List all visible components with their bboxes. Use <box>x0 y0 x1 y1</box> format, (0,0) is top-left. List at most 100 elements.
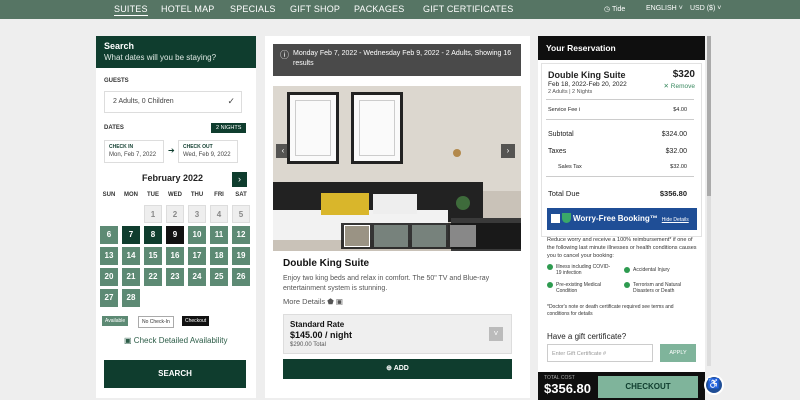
coverage-item: Accidental Injury <box>624 267 692 273</box>
calendar-day[interactable]: 27 <box>100 289 118 307</box>
thumbnail-2[interactable] <box>374 225 408 247</box>
chevron-down-icon: ˅ <box>678 5 683 12</box>
chevron-down-icon: ✓ <box>227 96 235 106</box>
total-cost-value: $356.80 <box>544 381 591 396</box>
search-subtitle: What dates will you be staying? <box>104 53 217 62</box>
checkout-field[interactable]: CHECK OUT Wed, Feb 9, 2022 <box>178 140 238 163</box>
total-due-label: Total Due <box>548 189 580 198</box>
worry-free-label: Worry-Free Booking™ <box>573 214 658 223</box>
reservation-room-guests: 2 Adults | 2 Nights <box>548 89 593 95</box>
room-panel: ⓘ Monday Feb 7, 2022 - Wednesday Feb 9, … <box>265 36 530 398</box>
taxes-value: $32.00 <box>665 148 687 155</box>
calendar-next-button[interactable]: › <box>232 172 247 187</box>
nav-suites[interactable]: SUITES <box>114 4 148 16</box>
reservation-room-price: $320 <box>672 69 695 80</box>
photo-thumbnails <box>341 223 521 249</box>
remove-link[interactable]: ✕ Remove <box>664 82 695 90</box>
photo-prev-button[interactable]: ‹ <box>276 144 290 158</box>
service-fee-label: Service Fee i <box>548 107 581 113</box>
calendar-day[interactable]: 25 <box>210 268 228 286</box>
hide-details-link[interactable]: Hide Details <box>662 217 689 223</box>
total-due-value: $356.80 <box>659 189 687 198</box>
plus-icon: ⊕ <box>386 365 392 372</box>
divider <box>546 119 694 120</box>
checkin-field[interactable]: CHECK IN Mon, Feb 7, 2022 <box>104 140 164 163</box>
top-navigation: SUITES HOTEL MAP SPECIALS GIFT SHOP PACK… <box>0 0 800 19</box>
coverage-item: Pre-existing Medical Condition <box>547 282 615 294</box>
legend-no-checkin: No Check-In <box>138 316 174 328</box>
worry-free-booking[interactable]: Worry-Free Booking™ Hide Details <box>547 208 697 230</box>
calendar-day[interactable]: 11 <box>210 226 228 244</box>
calendar-day[interactable]: 24 <box>188 268 206 286</box>
calendar-day[interactable]: 8 <box>144 226 162 244</box>
nav-packages[interactable]: PACKAGES <box>354 4 404 14</box>
coverage-item: Terrorism and Natural Disasters or Death <box>624 282 692 294</box>
checkout-value: Wed, Feb 9, 2022 <box>183 152 231 158</box>
chevron-left-icon: ‹ <box>281 146 285 155</box>
calendar-day[interactable]: 21 <box>122 268 140 286</box>
calendar-day[interactable]: 16 <box>166 247 184 265</box>
checkout-button[interactable]: CHECKOUT <box>598 376 698 398</box>
photo-pillow-white <box>373 194 417 214</box>
nav-hotel-map[interactable]: HOTEL MAP <box>161 4 214 14</box>
apply-button[interactable]: APPLY <box>660 344 696 362</box>
calendar-day[interactable]: 10 <box>188 226 206 244</box>
calendar-day[interactable]: 20 <box>100 268 118 286</box>
scrollbar-thumb[interactable] <box>707 36 711 196</box>
calendar-day[interactable]: 13 <box>100 247 118 265</box>
currency-select[interactable]: USD ($) ˅ <box>690 5 721 12</box>
divider <box>546 176 694 177</box>
calendar-day[interactable]: 9 <box>166 226 184 244</box>
rate-option[interactable]: Standard Rate $145.00 / night $290.00 To… <box>283 314 512 354</box>
search-panel: Search What dates will you be staying? G… <box>96 36 256 398</box>
calendar-day[interactable]: 19 <box>232 247 250 265</box>
search-button[interactable]: SEARCH <box>104 360 246 388</box>
tide-link[interactable]: ◷ Tide <box>604 5 625 13</box>
gift-certificate-question: Have a gift certificate? <box>547 332 627 341</box>
thumbnail-4[interactable] <box>450 225 476 247</box>
more-details-label: More Details <box>283 297 326 306</box>
gift-certificate-input[interactable]: Enter Gift Certificate # <box>547 344 653 362</box>
photo-next-button[interactable]: › <box>501 144 515 158</box>
check-availability-link[interactable]: ▣ Check Detailed Availability <box>124 336 227 345</box>
calendar-day[interactable]: 7 <box>122 226 140 244</box>
calendar-day[interactable]: 22 <box>144 268 162 286</box>
calendar-day[interactable]: 17 <box>188 247 206 265</box>
nav-gift-certificates[interactable]: GIFT CERTIFICATES <box>423 4 513 14</box>
thumbnail-1[interactable] <box>344 225 370 247</box>
calendar-day[interactable]: 23 <box>166 268 184 286</box>
tide-icon: ◷ <box>604 6 611 13</box>
calendar-day[interactable]: 28 <box>122 289 140 307</box>
weekday-label: SAT <box>235 192 247 198</box>
coverage-label: Pre-existing Medical Condition <box>556 282 602 294</box>
calendar-day[interactable]: 12 <box>232 226 250 244</box>
taxes-label: Taxes <box>548 148 567 155</box>
reservation-header: Your Reservation <box>538 36 705 60</box>
nav-specials[interactable]: SPECIALS <box>230 4 276 14</box>
total-cost-bar: TOTAL COST $356.80 CHECKOUT <box>538 372 705 400</box>
insurance-text: Reduce worry and receive a 100% reimburs… <box>547 237 697 259</box>
add-button[interactable]: ⊕ ADD <box>283 359 512 379</box>
nav-gift-shop[interactable]: GIFT SHOP <box>290 4 340 14</box>
calendar-day[interactable]: 18 <box>210 247 228 265</box>
calendar-day[interactable]: 15 <box>144 247 162 265</box>
more-details-link[interactable]: More Details ⬟ ▣ <box>283 297 343 306</box>
guests-select[interactable]: 2 Adults, 0 Children ✓ <box>104 91 242 113</box>
calendar-day[interactable]: 14 <box>122 247 140 265</box>
coverage-label: Accidental Injury <box>633 267 670 273</box>
checkbox[interactable] <box>551 214 560 223</box>
calendar-day[interactable]: 6 <box>100 226 118 244</box>
divider <box>546 99 694 100</box>
rate-total: $290.00 Total <box>290 342 326 348</box>
check-circle-icon <box>624 267 630 273</box>
insurance-note: *Doctor's note or death certificate requ… <box>547 304 674 317</box>
chevron-down-icon[interactable]: ˅ <box>489 327 503 341</box>
reservation-room-dates: Feb 18, 2022-Feb 20, 2022 <box>548 81 627 88</box>
photo-frame-right <box>351 92 403 164</box>
chevron-right-icon: › <box>238 174 241 184</box>
calendar-day[interactable]: 26 <box>232 268 250 286</box>
accessibility-icon[interactable]: ♿ <box>704 375 724 395</box>
thumbnail-3[interactable] <box>412 225 446 247</box>
language-select[interactable]: ENGLISH ˅ <box>646 5 683 12</box>
currency-value: USD ($) <box>690 5 716 12</box>
